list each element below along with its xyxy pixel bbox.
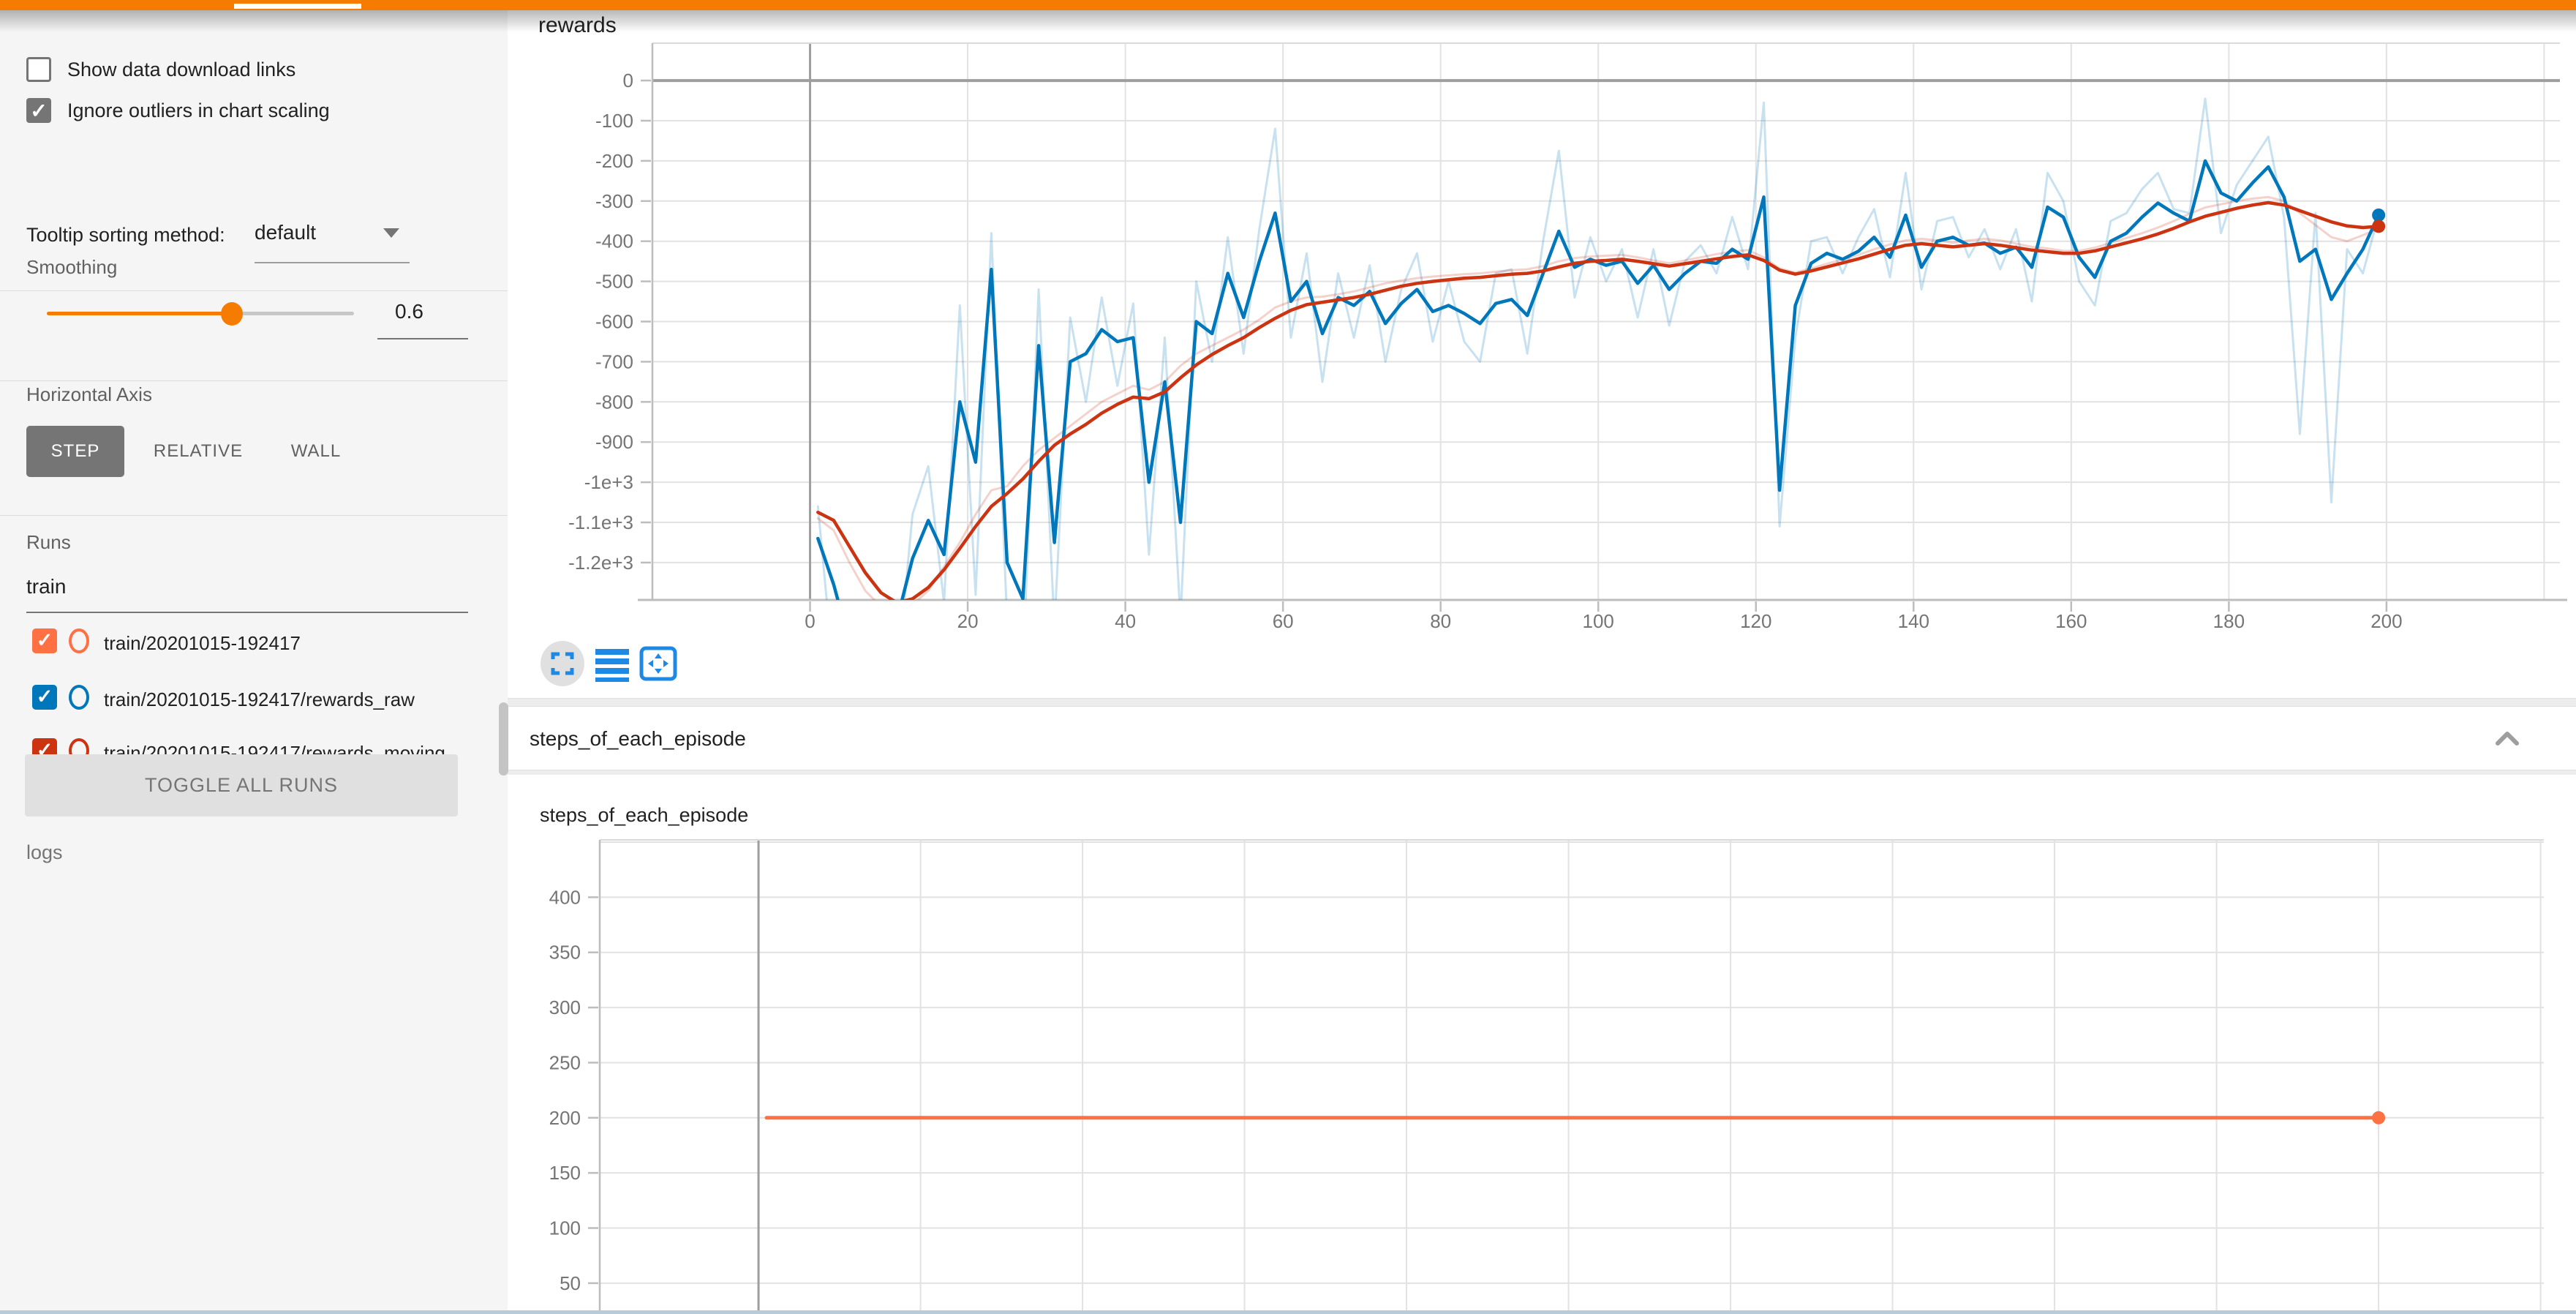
rewards_moving_average_smoothed-end-marker[interactable] <box>2372 219 2385 233</box>
rewards-card: rewards 0 -100 -200 -300 -400 -500 -600 -700 -80… <box>508 10 2576 699</box>
divider <box>0 290 508 291</box>
tooltip-sorting-select[interactable]: default <box>255 221 316 244</box>
steps-section-header[interactable]: steps_of_each_episode <box>508 706 2576 770</box>
y-tick-label: -400 <box>595 230 633 252</box>
steps_of_each_episode-end-marker[interactable] <box>2372 1111 2385 1125</box>
divider <box>0 380 508 381</box>
ignore-outliers-row[interactable]: ✓ Ignore outliers in chart scaling <box>26 98 330 123</box>
y-tick-label: -500 <box>595 271 633 293</box>
steps-chart-svg[interactable]: 400 350 300 250 200 150 100 50 <box>541 836 2567 1311</box>
y-tick-label: 350 <box>549 942 581 964</box>
tooltip-select-underline <box>255 262 410 263</box>
logs-label: logs <box>26 841 63 864</box>
x-tick-label: 40 <box>1115 610 1136 632</box>
check-icon: ✓ <box>29 100 49 122</box>
x-tick-label: 120 <box>1740 610 1771 632</box>
y-tick-label: -1e+3 <box>584 471 633 493</box>
ignore-outliers-label: Ignore outliers in chart scaling <box>67 100 330 122</box>
y-tick-label: -600 <box>595 311 633 333</box>
y-tick-label: -200 <box>595 150 633 172</box>
rewards-chart-title: rewards <box>538 13 617 38</box>
run-solo-radio[interactable] <box>69 628 89 653</box>
runs-label: Runs <box>26 531 71 554</box>
app-header-bar <box>0 0 2576 10</box>
y-tick-label: 250 <box>549 1051 581 1073</box>
y-tick-label: 50 <box>560 1272 581 1294</box>
y-tick-label: 400 <box>549 886 581 908</box>
y-tick-label: 200 <box>549 1107 581 1129</box>
run-row[interactable]: ✓ train/20201015-192417/rewards_raw <box>32 685 415 714</box>
run-label: train/20201015-192417/rewards_raw <box>104 685 415 714</box>
axis-step-button[interactable]: STEP <box>26 426 124 477</box>
toggle-all-runs-button[interactable]: TOGGLE ALL RUNS <box>25 754 458 816</box>
check-icon: ✓ <box>32 685 57 708</box>
horizontal-axis-label: Horizontal Axis <box>26 383 152 406</box>
y-tick-label: -300 <box>595 190 633 212</box>
run-checkbox[interactable]: ✓ <box>32 685 57 710</box>
show-download-links-checkbox[interactable] <box>26 57 51 82</box>
divider <box>0 515 508 516</box>
y-tick-label: 150 <box>549 1162 581 1184</box>
steps-section-label: steps_of_each_episode <box>530 727 746 751</box>
x-tick-label: 160 <box>2055 610 2087 632</box>
chevron-down-icon[interactable] <box>383 228 399 238</box>
expand-chart-icon[interactable] <box>540 641 585 686</box>
smoothing-slider-knob[interactable] <box>221 302 243 326</box>
show-download-links-label: Show data download links <box>67 59 295 81</box>
axis-wall-button[interactable]: WALL <box>279 426 353 477</box>
run-row[interactable]: ✓ train/20201015-192417 <box>32 628 301 658</box>
y-tick-label: 300 <box>549 996 581 1018</box>
data-table-icon[interactable] <box>595 645 629 683</box>
fit-domain-icon[interactable] <box>639 645 677 683</box>
steps-card: steps_of_each_episode 400 350 300 250 200 150… <box>508 775 2576 1311</box>
x-tick-label: 80 <box>1430 610 1451 632</box>
collapse-chevron-icon[interactable] <box>2493 729 2522 749</box>
run-filter-input[interactable]: train <box>26 575 66 598</box>
y-tick-label: -100 <box>595 110 633 132</box>
y-tick-label: -800 <box>595 391 633 413</box>
ignore-outliers-checkbox[interactable]: ✓ <box>26 98 51 123</box>
check-icon: ✓ <box>32 628 57 652</box>
x-tick-label: 0 <box>805 610 815 632</box>
bottom-scrollbar[interactable] <box>0 1310 2576 1314</box>
smoothing-value[interactable]: 0.6 <box>395 300 423 323</box>
dashboard-main: rewards 0 -100 -200 -300 -400 -500 -600 -700 -80… <box>508 10 2576 1314</box>
steps-chart-title: steps_of_each_episode <box>540 804 748 827</box>
y-tick-label: -1.1e+3 <box>568 511 633 533</box>
x-tick-label: 140 <box>1898 610 1929 632</box>
y-tick-label: 100 <box>549 1217 581 1239</box>
y-tick-label: -1.2e+3 <box>568 552 633 574</box>
axis-relative-button[interactable]: RELATIVE <box>151 426 246 477</box>
x-tick-label: 100 <box>1583 610 1614 632</box>
run-filter-underline <box>26 612 468 613</box>
y-tick-label: -900 <box>595 431 633 453</box>
rewards-chart-svg[interactable]: 0 -100 -200 -300 -400 -500 -600 -700 -800 -900 -1e… <box>541 37 2567 640</box>
sidebar-scrollbar-thumb[interactable] <box>499 702 508 776</box>
smoothing-value-underline <box>377 338 468 339</box>
show-download-links-row[interactable]: Show data download links <box>26 57 295 82</box>
run-label: train/20201015-192417 <box>104 628 301 658</box>
y-tick-label: 0 <box>623 70 633 91</box>
x-tick-label: 60 <box>1273 610 1294 632</box>
smoothing-label: Smoothing <box>26 256 117 279</box>
rewards-chart-toolbar <box>540 641 688 686</box>
x-tick-label: 200 <box>2370 610 2402 632</box>
run-solo-radio[interactable] <box>69 685 89 710</box>
rewards_raw_smoothed-end-marker[interactable] <box>2372 209 2385 222</box>
run-checkbox[interactable]: ✓ <box>32 628 57 653</box>
active-tab-indicator <box>234 4 361 9</box>
tooltip-sorting-label: Tooltip sorting method: <box>26 224 225 247</box>
settings-sidebar: Show data download links ✓ Ignore outlie… <box>0 10 508 1314</box>
smoothing-slider-fill <box>47 312 231 315</box>
y-tick-label: -700 <box>595 350 633 372</box>
x-tick-label: 20 <box>957 610 979 632</box>
x-tick-label: 180 <box>2213 610 2245 632</box>
